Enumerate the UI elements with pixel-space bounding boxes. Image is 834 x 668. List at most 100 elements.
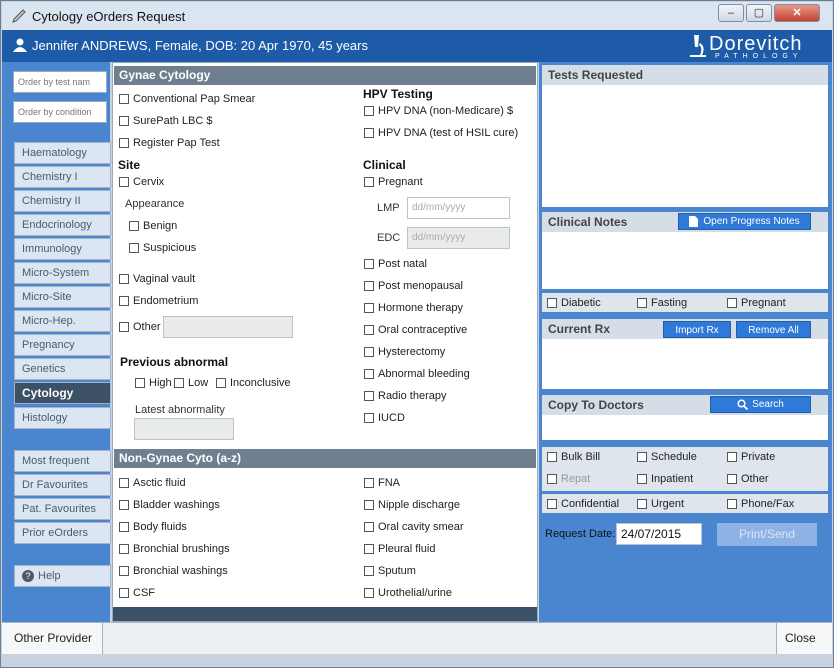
current-rx-list[interactable]	[542, 339, 828, 389]
clinical-heading: Clinical	[363, 158, 406, 172]
inconclusive-checkbox[interactable]: Inconclusive	[216, 377, 291, 389]
confidential-checkbox[interactable]: Confidential	[547, 498, 619, 510]
window-title: Cytology eOrders Request	[32, 9, 186, 24]
nipple-discharge-checkbox[interactable]: Nipple discharge	[364, 499, 460, 511]
inpatient-checkbox[interactable]: Inpatient	[637, 473, 693, 485]
order-by-condition-input[interactable]	[13, 101, 107, 123]
vaginal-vault-checkbox[interactable]: Vaginal vault	[119, 273, 195, 285]
radio-therapy-checkbox[interactable]: Radio therapy	[364, 390, 447, 402]
document-icon	[689, 216, 699, 227]
clinical-notes-input[interactable]	[542, 232, 828, 289]
tab-micro-system[interactable]: Micro-System	[14, 262, 111, 284]
repat-checkbox[interactable]: Repat	[547, 473, 590, 485]
tab-cytology[interactable]: Cytology	[14, 382, 111, 404]
post-menopausal-checkbox[interactable]: Post menopausal	[364, 280, 463, 292]
cytology-panel: Gynae Cytology Conventional Pap Smear Su…	[112, 62, 538, 622]
svg-text:?: ?	[25, 571, 30, 581]
phone-fax-checkbox[interactable]: Phone/Fax	[727, 498, 794, 510]
suspicious-checkbox[interactable]: Suspicious	[129, 242, 196, 254]
benign-checkbox[interactable]: Benign	[129, 220, 177, 232]
tab-genetics[interactable]: Genetics	[14, 358, 111, 380]
search-doctors-button[interactable]: Search	[710, 396, 811, 413]
other-site-checkbox[interactable]: Other	[119, 321, 161, 333]
tab-endocrinology[interactable]: Endocrinology	[14, 214, 111, 236]
tab-micro-hep[interactable]: Micro-Hep.	[14, 310, 111, 332]
patient-bar: Jennifer ANDREWS, Female, DOB: 20 Apr 19…	[2, 30, 832, 62]
csf-checkbox[interactable]: CSF	[119, 587, 155, 599]
latest-abnormality-input[interactable]	[134, 418, 234, 440]
endometrium-checkbox[interactable]: Endometrium	[119, 295, 198, 307]
private-checkbox[interactable]: Private	[727, 451, 775, 463]
search-icon	[737, 399, 749, 410]
tab-pregnancy[interactable]: Pregnancy	[14, 334, 111, 356]
other-site-input[interactable]	[163, 316, 293, 338]
tab-immunology[interactable]: Immunology	[14, 238, 111, 260]
lmp-date-input[interactable]: dd/mm/yyyy	[407, 197, 510, 219]
priority-options: Confidential Urgent Phone/Fax	[542, 494, 828, 513]
cervix-checkbox[interactable]: Cervix	[119, 176, 164, 188]
fna-checkbox[interactable]: FNA	[364, 477, 400, 489]
abnormal-bleeding-checkbox[interactable]: Abnormal bleeding	[364, 368, 470, 380]
order-by-test-input[interactable]	[13, 71, 107, 93]
body-fluids-checkbox[interactable]: Body fluids	[119, 521, 187, 533]
pregnant-checkbox[interactable]: Pregnant	[364, 176, 423, 188]
fasting-checkbox[interactable]: Fasting	[637, 297, 687, 309]
lmp-label: LMP	[377, 202, 400, 214]
urothelial-urine-checkbox[interactable]: Urothelial/urine	[364, 587, 452, 599]
maximize-button[interactable]: ▢	[746, 4, 772, 22]
schedule-checkbox[interactable]: Schedule	[637, 451, 697, 463]
tab-haematology[interactable]: Haematology	[14, 142, 111, 164]
list-prior-eorders[interactable]: Prior eOrders	[14, 522, 111, 544]
tests-requested-list[interactable]	[542, 85, 828, 207]
surepath-lbc-checkbox[interactable]: SurePath LBC $	[119, 115, 213, 127]
list-most-frequent[interactable]: Most frequent	[14, 450, 111, 472]
tab-micro-site[interactable]: Micro-Site	[14, 286, 111, 308]
hysterectomy-checkbox[interactable]: Hysterectomy	[364, 346, 445, 358]
open-progress-notes-button[interactable]: Open Progress Notes	[678, 213, 811, 230]
list-dr-favourites[interactable]: Dr Favourites	[14, 474, 111, 496]
copy-to-doctors-list[interactable]	[542, 415, 828, 440]
urgent-checkbox[interactable]: Urgent	[637, 498, 684, 510]
minimize-button[interactable]: –	[718, 4, 744, 22]
hormone-therapy-checkbox[interactable]: Hormone therapy	[364, 302, 463, 314]
oral-contraceptive-checkbox[interactable]: Oral contraceptive	[364, 324, 467, 336]
pregnant-flag-checkbox[interactable]: Pregnant	[727, 297, 786, 309]
asctic-fluid-checkbox[interactable]: Asctic fluid	[119, 477, 186, 489]
hpv-dna-hsil-checkbox[interactable]: HPV DNA (test of HSIL cure)	[364, 127, 518, 139]
other-provider-button[interactable]: Other Provider	[2, 623, 103, 655]
pleural-fluid-checkbox[interactable]: Pleural fluid	[364, 543, 435, 555]
pen-icon	[12, 9, 26, 23]
bronchial-washings-checkbox[interactable]: Bronchial washings	[119, 565, 228, 577]
conventional-pap-smear-checkbox[interactable]: Conventional Pap Smear	[119, 93, 255, 105]
low-checkbox[interactable]: Low	[174, 377, 208, 389]
tab-chemistry-i[interactable]: Chemistry I	[14, 166, 111, 188]
request-date-input[interactable]: 24/07/2015	[616, 523, 702, 545]
iucd-checkbox[interactable]: IUCD	[364, 412, 405, 424]
edc-date-input[interactable]: dd/mm/yyyy	[407, 227, 510, 249]
tests-requested-header: Tests Requested	[542, 65, 828, 85]
remove-all-button[interactable]: Remove All	[736, 321, 811, 338]
bladder-washings-checkbox[interactable]: Bladder washings	[119, 499, 220, 511]
list-pat-favourites[interactable]: Pat. Favourites	[14, 498, 111, 520]
close-window-button[interactable]: ✕	[774, 4, 820, 22]
high-checkbox[interactable]: High	[135, 377, 172, 389]
other-billing-checkbox[interactable]: Other	[727, 473, 769, 485]
close-button[interactable]: Close	[776, 623, 832, 655]
bulk-bill-checkbox[interactable]: Bulk Bill	[547, 451, 600, 463]
import-rx-button[interactable]: Import Rx	[663, 321, 731, 338]
help-label: Help	[38, 570, 61, 582]
logo-subtitle: PATHOLOGY	[715, 53, 803, 60]
register-pap-test-checkbox[interactable]: Register Pap Test	[119, 137, 220, 149]
bronchial-brushings-checkbox[interactable]: Bronchial brushings	[119, 543, 230, 555]
diabetic-checkbox[interactable]: Diabetic	[547, 297, 601, 309]
oral-cavity-smear-checkbox[interactable]: Oral cavity smear	[364, 521, 464, 533]
tab-histology[interactable]: Histology	[14, 407, 111, 429]
tab-chemistry-ii[interactable]: Chemistry II	[14, 190, 111, 212]
sputum-checkbox[interactable]: Sputum	[364, 565, 416, 577]
help-button[interactable]: ? Help	[14, 565, 111, 587]
post-natal-checkbox[interactable]: Post natal	[364, 258, 427, 270]
right-panel: Tests Requested Clinical Notes Open Prog…	[539, 62, 832, 622]
user-icon	[13, 38, 27, 52]
hpv-dna-non-medicare-checkbox[interactable]: HPV DNA (non-Medicare) $	[364, 105, 513, 117]
print-send-button[interactable]: Print/Send	[717, 523, 817, 546]
